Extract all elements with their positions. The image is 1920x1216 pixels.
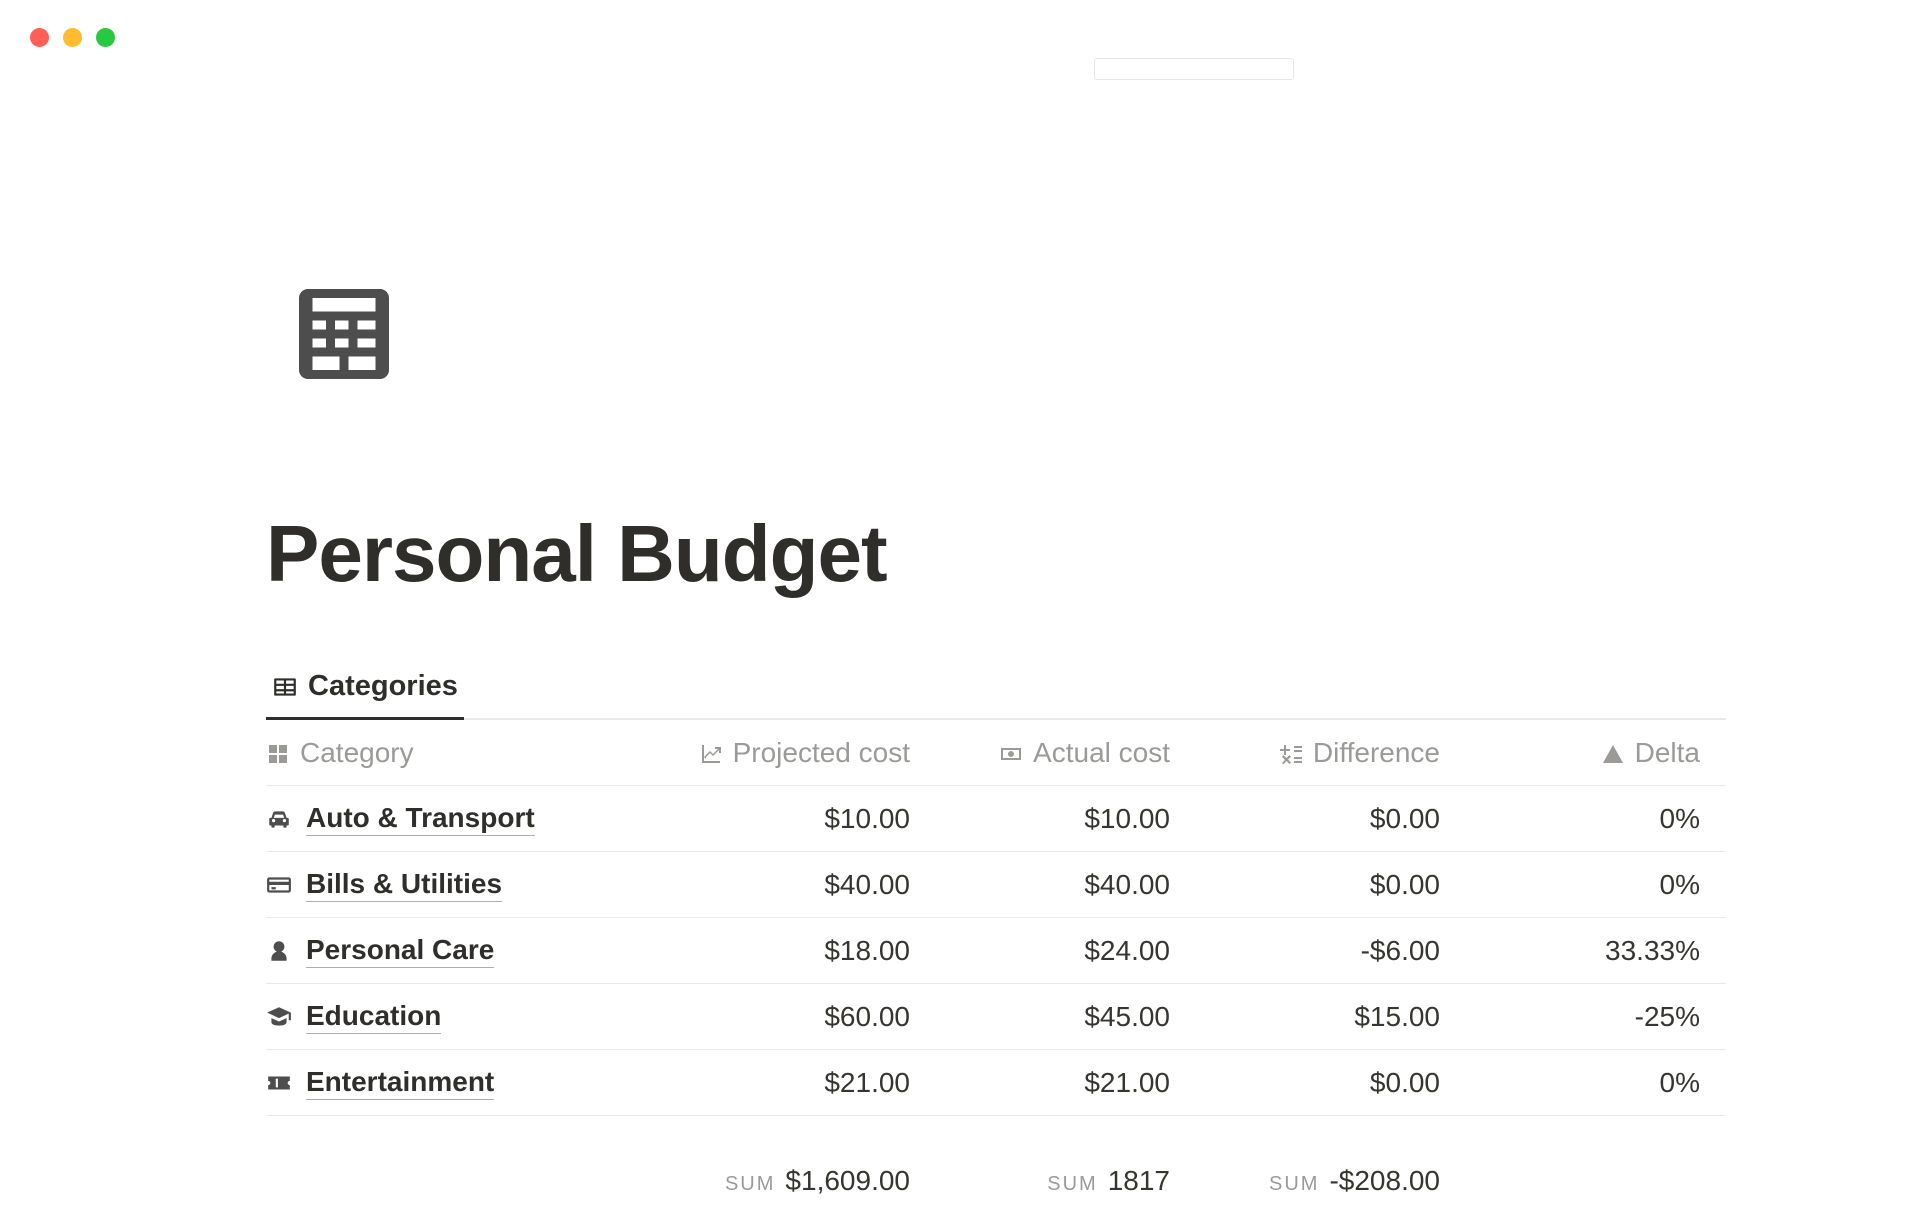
page-title[interactable]: Personal Budget bbox=[266, 508, 1726, 600]
ticket-icon bbox=[266, 1070, 292, 1096]
board-icon bbox=[266, 741, 290, 765]
row-label: Education bbox=[306, 1000, 441, 1034]
card-icon bbox=[266, 872, 292, 898]
page-icon-calculator[interactable] bbox=[290, 270, 398, 398]
cell-difference[interactable]: $0.00 bbox=[1186, 803, 1456, 835]
operators-icon bbox=[1279, 741, 1303, 765]
cell-actual[interactable]: $45.00 bbox=[926, 1001, 1186, 1033]
table-row[interactable]: Education $60.00$45.00$15.00-25% bbox=[266, 984, 1726, 1050]
cell-projected[interactable]: $10.00 bbox=[646, 803, 926, 835]
cell-difference[interactable]: -$6.00 bbox=[1186, 935, 1456, 967]
person-icon bbox=[266, 938, 292, 964]
cell-delta[interactable]: 0% bbox=[1456, 869, 1716, 901]
column-header-delta[interactable]: Delta bbox=[1456, 737, 1716, 769]
graduate-icon bbox=[266, 1004, 292, 1030]
decorative-outline bbox=[1094, 58, 1294, 80]
table-row[interactable]: Auto & Transport$10.00$10.00$0.000% bbox=[266, 786, 1726, 852]
cell-actual[interactable]: $40.00 bbox=[926, 869, 1186, 901]
column-header-projected[interactable]: Projected cost bbox=[646, 737, 926, 769]
table-row-cutoff bbox=[266, 1116, 1726, 1146]
cell-category[interactable]: Education bbox=[266, 1000, 646, 1034]
sum-actual: SUM 1817 bbox=[926, 1165, 1186, 1197]
cell-category[interactable]: Bills & Utilities bbox=[266, 868, 646, 902]
cell-delta[interactable]: 0% bbox=[1456, 803, 1716, 835]
maximize-window-dot[interactable] bbox=[96, 28, 115, 47]
close-window-dot[interactable] bbox=[30, 28, 49, 47]
cell-actual[interactable]: $24.00 bbox=[926, 935, 1186, 967]
table-icon bbox=[272, 674, 298, 700]
row-label: Auto & Transport bbox=[306, 802, 535, 836]
sum-difference: SUM -$208.00 bbox=[1186, 1165, 1456, 1197]
cell-category[interactable]: Personal Care bbox=[266, 934, 646, 968]
cell-actual[interactable]: $21.00 bbox=[926, 1067, 1186, 1099]
view-tabs: Categories bbox=[266, 660, 1726, 720]
table-row[interactable]: Entertainment$21.00$21.00$0.000% bbox=[266, 1050, 1726, 1116]
column-header-category[interactable]: Category bbox=[266, 737, 646, 769]
view-tab-label: Categories bbox=[308, 670, 458, 703]
chart-up-icon bbox=[699, 741, 723, 765]
row-label: Bills & Utilities bbox=[306, 868, 502, 902]
cell-difference[interactable]: $15.00 bbox=[1186, 1001, 1456, 1033]
cell-delta[interactable]: 0% bbox=[1456, 1067, 1716, 1099]
minimize-window-dot[interactable] bbox=[63, 28, 82, 47]
sum-projected: SUM $1,609.00 bbox=[646, 1165, 926, 1197]
cell-delta[interactable]: 33.33% bbox=[1456, 935, 1716, 967]
column-header-difference[interactable]: Difference bbox=[1186, 737, 1456, 769]
categories-table: Category Projected cost Actual cost Diff… bbox=[266, 720, 1726, 1216]
cell-projected[interactable]: $21.00 bbox=[646, 1067, 926, 1099]
window-controls bbox=[30, 28, 115, 47]
delta-icon bbox=[1601, 741, 1625, 765]
view-tab-categories[interactable]: Categories bbox=[266, 660, 464, 720]
cell-projected[interactable]: $18.00 bbox=[646, 935, 926, 967]
cell-difference[interactable]: $0.00 bbox=[1186, 869, 1456, 901]
cell-projected[interactable]: $60.00 bbox=[646, 1001, 926, 1033]
column-header-actual[interactable]: Actual cost bbox=[926, 737, 1186, 769]
table-header-row: Category Projected cost Actual cost Diff… bbox=[266, 720, 1726, 786]
cell-difference[interactable]: $0.00 bbox=[1186, 1067, 1456, 1099]
cell-actual[interactable]: $10.00 bbox=[926, 803, 1186, 835]
row-label: Personal Care bbox=[306, 934, 494, 968]
cell-category[interactable]: Auto & Transport bbox=[266, 802, 646, 836]
table-sum-row: SUM $1,609.00 SUM 1817 SUM -$208.00 bbox=[266, 1146, 1726, 1216]
cell-projected[interactable]: $40.00 bbox=[646, 869, 926, 901]
row-label: Entertainment bbox=[306, 1066, 494, 1100]
cell-delta[interactable]: -25% bbox=[1456, 1001, 1716, 1033]
cell-category[interactable]: Entertainment bbox=[266, 1066, 646, 1100]
cash-icon bbox=[999, 741, 1023, 765]
table-row[interactable]: Personal Care $18.00$24.00-$6.0033.33% bbox=[266, 918, 1726, 984]
table-row[interactable]: Bills & Utilities$40.00$40.00$0.000% bbox=[266, 852, 1726, 918]
car-icon bbox=[266, 806, 292, 832]
